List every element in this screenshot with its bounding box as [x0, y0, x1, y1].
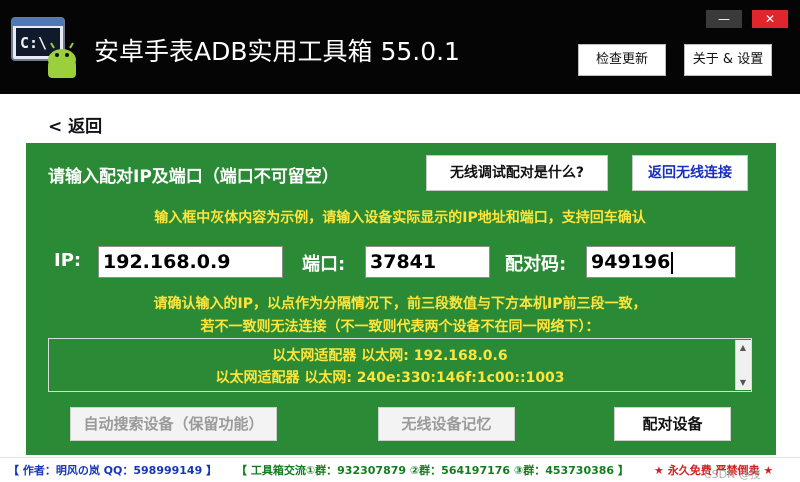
footer-groups: 【 工具箱交流①群：932307879 ②群：564197176 ③群：4537… — [236, 464, 629, 477]
app-icon-text: C:\ — [20, 34, 47, 52]
chevron-up-icon[interactable]: ▲ — [735, 343, 751, 352]
auto-search-button[interactable]: 自动搜索设备（保留功能） — [70, 407, 277, 441]
ip-label: IP: — [54, 250, 82, 271]
panel-title: 请输入配对IP及端口（端口不可留空） — [48, 167, 339, 187]
adapter-item: 以太网适配器 以太网: 192.168.0.6 — [272, 348, 508, 364]
port-input[interactable]: 37841 — [365, 246, 490, 278]
ip-input[interactable]: 192.168.0.9 — [98, 246, 283, 278]
pairing-code-label: 配对码: — [505, 254, 567, 275]
pairing-code-value: 949196 — [591, 251, 671, 273]
footer-author: 【 作者：明风の岚 QQ：598999149 】 — [8, 464, 218, 477]
app-title: 安卓手表ADB实用工具箱 55.0.1 — [94, 37, 460, 66]
terminal-android-icon: C:\ — [10, 10, 82, 82]
hint-text: 输入框中灰体内容为示例，请输入设备实际显示的IP地址和端口，支持回车确认 — [154, 210, 646, 226]
return-wireless-button[interactable]: 返回无线连接 — [632, 155, 748, 191]
chevron-down-icon[interactable]: ▼ — [735, 378, 751, 387]
close-button[interactable]: ✕ — [752, 10, 788, 28]
port-value: 37841 — [370, 251, 437, 273]
ip-value: 192.168.0.9 — [103, 251, 231, 273]
pairing-code-input[interactable]: 949196 — [586, 246, 736, 278]
back-link[interactable]: < 返回 — [48, 112, 102, 137]
what-is-pairing-button[interactable]: 无线调试配对是什么? — [426, 155, 608, 191]
confirm-text-line2: 若不一致则无法连接（不一致则代表两个设备不在同一网络下）： — [200, 319, 600, 335]
port-label: 端口: — [302, 254, 346, 275]
confirm-text-line1: 请确认输入的IP，以点作为分隔情况下，前三段数值与下方本机IP前三段一致， — [153, 296, 647, 312]
adapter-item: 以太网适配器 以太网: 240e:330:146f:1c00::1003 — [215, 370, 565, 386]
check-update-button[interactable]: 检查更新 — [578, 44, 666, 76]
text-caret — [671, 251, 674, 274]
device-memory-button[interactable]: 无线设备记忆 — [378, 407, 515, 441]
about-settings-button[interactable]: 关于 & 设置 — [684, 44, 772, 76]
minimize-button[interactable]: — — [706, 10, 742, 28]
pair-device-button[interactable]: 配对设备 — [614, 407, 731, 441]
